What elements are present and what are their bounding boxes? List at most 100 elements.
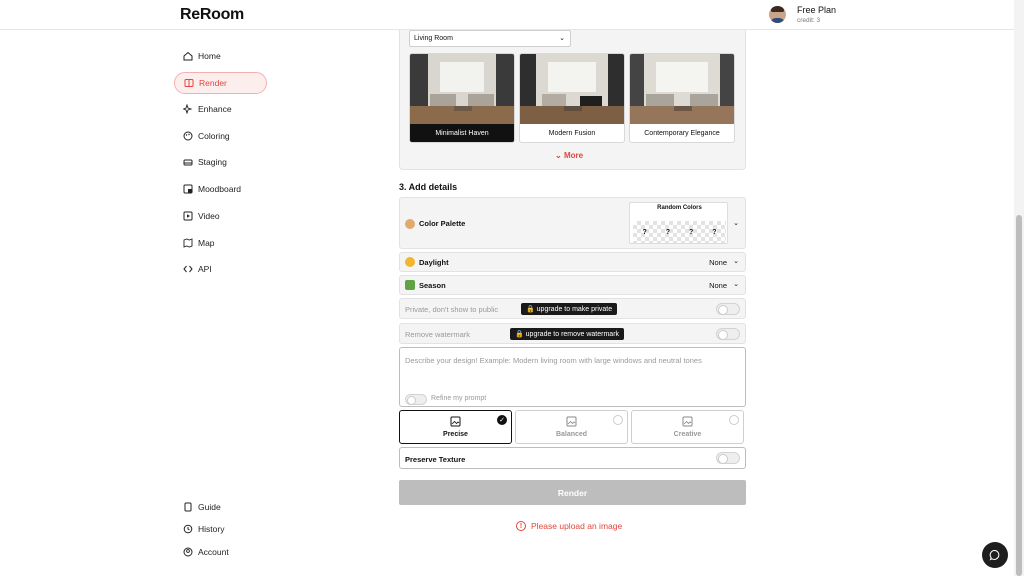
image-icon bbox=[450, 416, 461, 427]
room-preview-image bbox=[410, 54, 514, 124]
prompt-textarea[interactable]: Describe your design! Example: Modern li… bbox=[399, 347, 746, 407]
style-card-label: Contemporary Elegance bbox=[644, 130, 720, 137]
mode-label: Precise bbox=[443, 431, 468, 438]
moodboard-icon bbox=[182, 183, 194, 195]
sidebar-item-map[interactable]: Map bbox=[174, 232, 267, 254]
private-row: Private, don't show to public 🔒 upgrade … bbox=[399, 298, 746, 319]
plan-label[interactable]: Free Plan bbox=[797, 5, 836, 15]
sidebar-item-label: Map bbox=[198, 238, 215, 248]
style-card-label: Modern Fusion bbox=[548, 130, 596, 137]
style-card-minimalist-haven[interactable]: Minimalist Haven bbox=[409, 53, 515, 143]
style-card-label: Minimalist Haven bbox=[410, 124, 514, 142]
sidebar-item-staging[interactable]: Staging bbox=[174, 151, 267, 173]
render-button[interactable]: Render bbox=[399, 480, 746, 505]
sidebar-item-moodboard[interactable]: Moodboard bbox=[174, 178, 267, 200]
style-card-modern-fusion[interactable]: Modern Fusion bbox=[519, 53, 625, 143]
book-icon bbox=[182, 501, 194, 513]
home-icon bbox=[182, 50, 194, 62]
preserve-texture-row[interactable]: Preserve Texture bbox=[399, 447, 746, 469]
sidebar-item-history[interactable]: History bbox=[174, 518, 267, 540]
sidebar-item-label: Guide bbox=[198, 502, 221, 512]
swatch: ? bbox=[665, 228, 671, 236]
mode-balanced[interactable]: Balanced bbox=[515, 410, 628, 444]
watermark-row: Remove watermark 🔒 upgrade to remove wat… bbox=[399, 323, 746, 344]
sun-icon bbox=[405, 257, 415, 267]
swatch: ? bbox=[642, 228, 647, 236]
account-icon bbox=[182, 546, 194, 558]
check-icon: ✓ bbox=[497, 415, 507, 425]
prompt-placeholder: Describe your design! Example: Modern li… bbox=[405, 356, 702, 365]
image-sparkle-icon bbox=[682, 416, 693, 427]
room-preview-image bbox=[630, 54, 734, 124]
map-icon bbox=[182, 237, 194, 249]
sidebar-item-enhance[interactable]: Enhance bbox=[174, 98, 267, 120]
sidebar-item-label: Video bbox=[198, 211, 220, 221]
sidebar-item-video[interactable]: Video bbox=[174, 205, 267, 227]
history-icon bbox=[182, 523, 194, 535]
sidebar-item-account[interactable]: Account bbox=[174, 541, 267, 563]
alert-icon: ! bbox=[516, 521, 526, 531]
avatar[interactable] bbox=[769, 6, 786, 23]
chevron-down-icon: ⌄ bbox=[733, 281, 739, 288]
upgrade-watermark-badge[interactable]: 🔒 upgrade to remove watermark bbox=[510, 328, 625, 340]
random-colors-box[interactable]: Random Colors ? ? ? ? bbox=[629, 202, 728, 244]
palette-icon bbox=[182, 130, 194, 142]
code-icon bbox=[182, 263, 194, 275]
daylight-label: Daylight bbox=[419, 258, 449, 267]
chevron-down-icon: ⌄ bbox=[733, 220, 739, 227]
sidebar-item-label: Account bbox=[198, 547, 229, 557]
section-title: 3. Add details bbox=[399, 182, 458, 192]
app-logo[interactable]: ReRoom bbox=[180, 6, 244, 24]
chevron-down-icon: ⌄ bbox=[555, 151, 564, 160]
chevron-down-icon: ⌄ bbox=[733, 258, 739, 265]
season-value: None bbox=[709, 281, 727, 290]
sofa-icon bbox=[182, 156, 194, 168]
chevron-down-icon: ⌄ bbox=[559, 35, 565, 42]
radio-icon bbox=[613, 415, 623, 425]
sidebar-item-api[interactable]: API bbox=[174, 258, 267, 280]
sidebar-item-guide[interactable]: Guide bbox=[174, 496, 267, 518]
swatch: ? bbox=[688, 228, 694, 236]
mode-precise[interactable]: Precise ✓ bbox=[399, 410, 512, 444]
sidebar-item-label: Enhance bbox=[198, 104, 232, 114]
radio-icon bbox=[729, 415, 739, 425]
error-text: Please upload an image bbox=[531, 521, 623, 531]
watermark-label: Remove watermark bbox=[405, 330, 471, 339]
season-label: Season bbox=[419, 281, 446, 290]
color-palette-label: Color Palette bbox=[419, 219, 466, 228]
watermark-toggle[interactable] bbox=[716, 328, 740, 340]
style-card-contemporary-elegance[interactable]: Contemporary Elegance bbox=[629, 53, 735, 143]
sidebar-item-label: API bbox=[198, 264, 212, 274]
more-label: More bbox=[563, 151, 584, 160]
render-icon bbox=[183, 77, 195, 89]
chat-icon bbox=[989, 550, 1000, 561]
refine-label: Refine my prompt bbox=[431, 395, 487, 402]
sidebar-item-label: Home bbox=[198, 51, 221, 61]
daylight-value: None bbox=[709, 258, 727, 267]
color-swatches: ? ? ? ? bbox=[633, 221, 726, 243]
more-styles-button[interactable]: ⌄ More bbox=[555, 151, 583, 160]
upgrade-private-badge[interactable]: 🔒 upgrade to make private bbox=[521, 303, 618, 315]
credit-label: credit: 3 bbox=[797, 17, 821, 24]
private-toggle[interactable] bbox=[716, 303, 740, 315]
sidebar-item-label: History bbox=[198, 524, 225, 534]
preserve-texture-toggle[interactable] bbox=[716, 452, 740, 464]
chat-button[interactable] bbox=[982, 542, 1008, 568]
sidebar-item-label: Render bbox=[199, 78, 227, 88]
room-type-select[interactable]: Living Room ⌄ bbox=[409, 30, 571, 47]
image-icon bbox=[566, 416, 577, 427]
mode-creative[interactable]: Creative bbox=[631, 410, 744, 444]
sidebar-item-coloring[interactable]: Coloring bbox=[174, 125, 267, 147]
daylight-row[interactable]: Daylight None ⌄ bbox=[399, 252, 746, 272]
sidebar-item-render[interactable]: Render bbox=[174, 72, 267, 94]
sprout-icon bbox=[405, 280, 415, 290]
color-palette-row[interactable]: Color Palette Random Colors ? ? ? ? ⌄ bbox=[399, 197, 746, 249]
random-colors-title: Random Colors bbox=[657, 205, 702, 211]
scrollbar-thumb[interactable] bbox=[1016, 215, 1022, 576]
room-preview-image bbox=[520, 54, 624, 124]
sidebar-item-label: Coloring bbox=[198, 131, 230, 141]
refine-toggle[interactable] bbox=[405, 394, 427, 405]
sidebar-item-home[interactable]: Home bbox=[174, 45, 267, 67]
sparkle-icon bbox=[182, 103, 194, 115]
season-row[interactable]: Season None ⌄ bbox=[399, 275, 746, 295]
